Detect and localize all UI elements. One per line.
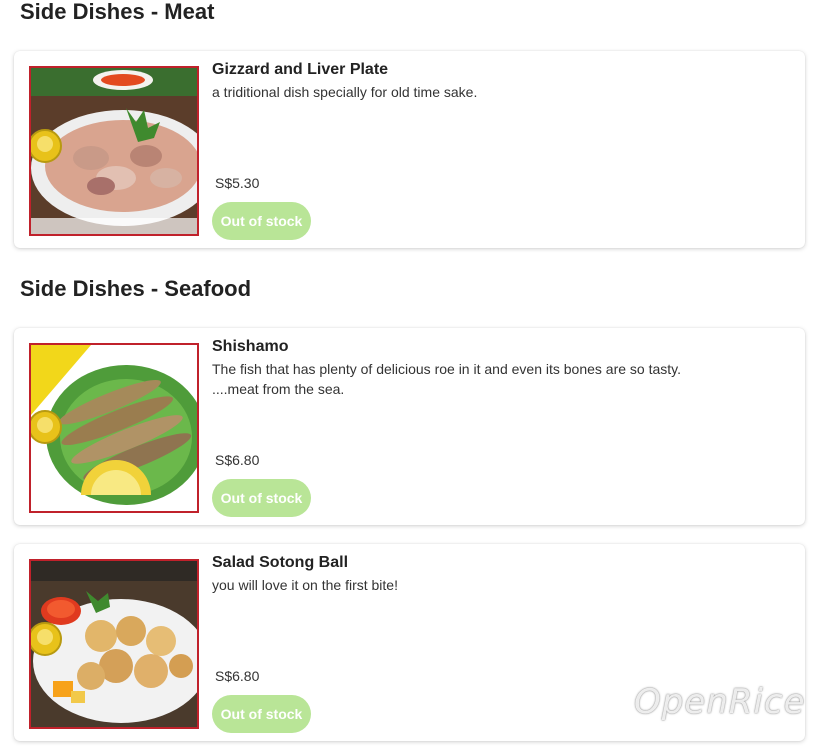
gizzard-liver-plate-image xyxy=(29,66,199,236)
menu-item-card[interactable]: Gizzard and Liver Plate a triditional di… xyxy=(14,51,805,248)
section-title-meat: Side Dishes - Meat xyxy=(20,0,215,24)
item-price: S$6.80 xyxy=(215,668,260,684)
item-name: Shishamo xyxy=(212,338,289,355)
item-name: Gizzard and Liver Plate xyxy=(212,61,389,78)
item-description: you will love it on the first bite! xyxy=(212,577,398,593)
item-description: The fish that has plenty of delicious ro… xyxy=(212,359,772,399)
out-of-stock-button[interactable]: Out of stock xyxy=(212,695,311,733)
section-title-seafood: Side Dishes - Seafood xyxy=(20,276,252,301)
item-price: S$5.30 xyxy=(215,175,260,191)
out-of-stock-button[interactable]: Out of stock xyxy=(212,202,311,240)
openrice-watermark: OpenRice xyxy=(634,682,806,722)
item-price: S$6.80 xyxy=(215,452,260,468)
out-of-stock-button[interactable]: Out of stock xyxy=(212,479,311,517)
item-name: Salad Sotong Ball xyxy=(212,554,349,571)
item-description: a triditional dish specially for old tim… xyxy=(212,84,478,100)
shishamo-image xyxy=(29,343,199,513)
menu-page: Side Dishes - Meat Gizzard and Liver Pla… xyxy=(0,0,837,747)
item-description-line-1: The fish that has plenty of delicious ro… xyxy=(212,361,682,377)
sotong-ball-image xyxy=(29,559,199,729)
menu-item-card[interactable]: Shishamo The fish that has plenty of del… xyxy=(14,328,805,525)
item-description-line-2: ....meat from the sea. xyxy=(212,381,345,397)
